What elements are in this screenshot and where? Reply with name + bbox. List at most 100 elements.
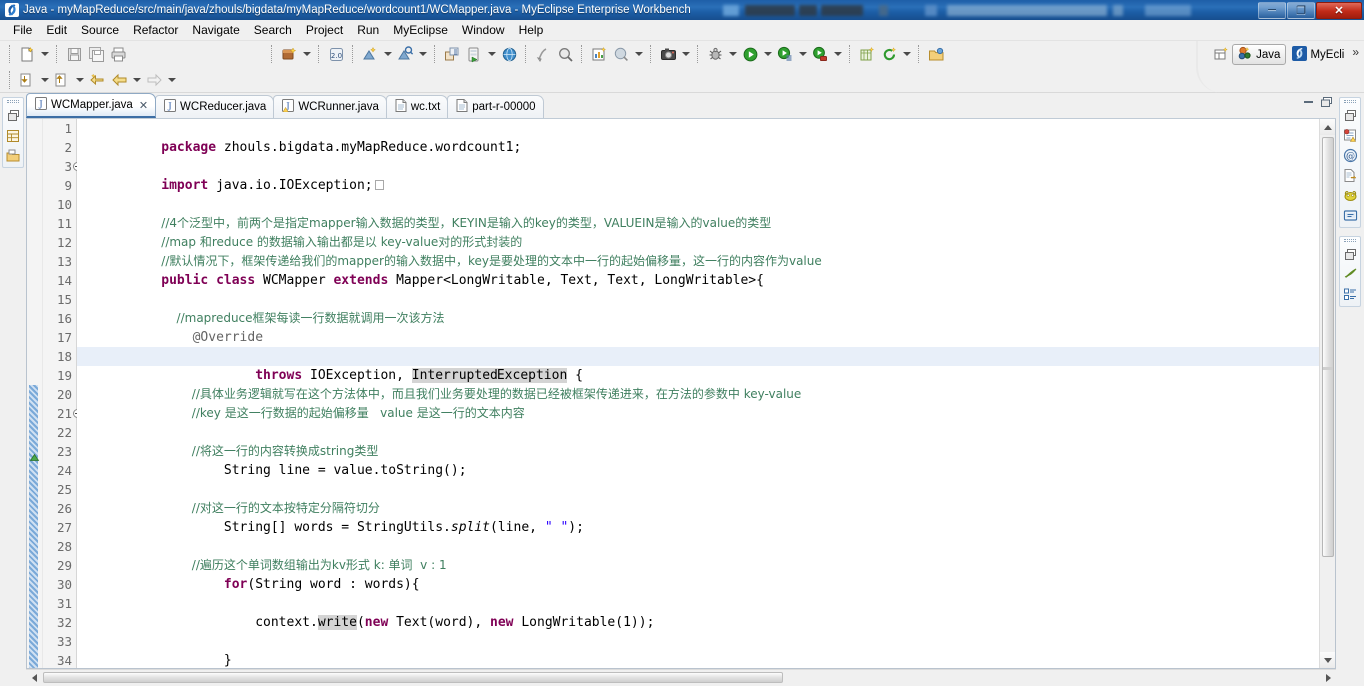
javadoc-icon[interactable]: @: [1341, 147, 1359, 164]
editor-vertical-scrollbar[interactable]: [1319, 119, 1335, 668]
run-server-dropdown-arrow[interactable]: [485, 43, 498, 65]
rail-grip[interactable]: [1344, 239, 1356, 242]
refresh-dropdown-arrow[interactable]: [900, 43, 913, 65]
menu-search[interactable]: Search: [247, 21, 299, 39]
perspective-myeclipse-button[interactable]: MyEcli: [1286, 44, 1350, 65]
scroll-right-button[interactable]: [1320, 670, 1336, 685]
maximize-icon[interactable]: [1319, 95, 1334, 109]
right-rail-group-1[interactable]: @: [1339, 97, 1361, 228]
menu-run[interactable]: Run: [350, 21, 386, 39]
tab-part-r-00000[interactable]: part-r-00000: [447, 95, 544, 118]
export-dropdown-arrow[interactable]: [73, 69, 86, 91]
search-icon[interactable]: [554, 43, 576, 65]
editor-annotation-ruler[interactable]: [27, 119, 43, 668]
menu-file[interactable]: File: [6, 21, 39, 39]
restore-icon[interactable]: [1341, 107, 1359, 124]
new-wizard-icon[interactable]: [16, 43, 38, 65]
menu-refactor[interactable]: Refactor: [126, 21, 185, 39]
editor-tabbar-controls[interactable]: [1301, 95, 1334, 109]
servers-icon[interactable]: [1341, 187, 1359, 204]
new-report-icon[interactable]: [588, 43, 610, 65]
run-icon[interactable]: [739, 43, 761, 65]
tab-wcrunner-java[interactable]: J WCRunner.java: [273, 95, 387, 118]
open-perspective-icon[interactable]: [1210, 44, 1232, 66]
forward-icon[interactable]: [143, 69, 165, 91]
database-connect-dropdown-arrow[interactable]: [416, 43, 429, 65]
menu-help[interactable]: Help: [512, 21, 551, 39]
debug-icon[interactable]: [704, 43, 726, 65]
globe-search-icon[interactable]: [610, 43, 632, 65]
console-icon[interactable]: [1341, 207, 1359, 224]
menu-edit[interactable]: Edit: [39, 21, 74, 39]
right-fast-view-rail[interactable]: @: [1336, 93, 1364, 685]
main-toolbar[interactable]: 2.0 Java MyEcli »: [0, 41, 1364, 93]
perspective-switcher[interactable]: Java MyEcli »: [1196, 41, 1362, 93]
editor-tabbar[interactable]: J WCMapper.java ✕ J WCReducer.java J WCR…: [26, 93, 1336, 119]
import-dropdown-arrow[interactable]: [38, 69, 51, 91]
print-icon[interactable]: [107, 43, 129, 65]
back-icon[interactable]: [108, 69, 130, 91]
scroll-down-button[interactable]: [1320, 652, 1335, 668]
web-browser-icon[interactable]: [498, 43, 520, 65]
tab-wc-txt[interactable]: wc.txt: [385, 95, 449, 118]
code-text-area[interactable]: package zhouls.bigdata.myMapReduce.wordc…: [77, 119, 1319, 668]
minimize-icon[interactable]: [1301, 95, 1316, 109]
myeclipse-deploy-icon[interactable]: [278, 43, 300, 65]
menu-navigate[interactable]: Navigate: [185, 21, 246, 39]
database-explorer-icon[interactable]: [359, 43, 381, 65]
save-icon[interactable]: [63, 43, 85, 65]
database-explorer-dropdown-arrow[interactable]: [381, 43, 394, 65]
run-profile-dropdown-arrow[interactable]: [831, 43, 844, 65]
debug-dropdown-arrow[interactable]: [726, 43, 739, 65]
scroll-left-button[interactable]: [26, 670, 42, 685]
scroll-up-button[interactable]: [1320, 119, 1335, 135]
import-icon[interactable]: [16, 69, 38, 91]
myeclipse-explorer-icon[interactable]: [4, 147, 22, 164]
tab-wcreducer-java[interactable]: J WCReducer.java: [155, 95, 275, 118]
right-rail-group-2[interactable]: [1339, 236, 1361, 307]
back-dropdown-arrow[interactable]: [130, 69, 143, 91]
task-list-icon[interactable]: [1341, 286, 1359, 303]
run-configurations-icon[interactable]: [774, 43, 796, 65]
new-wizard-dropdown-arrow[interactable]: [38, 43, 51, 65]
window-controls[interactable]: ─ ❐ ✕: [1257, 0, 1362, 20]
open-type-icon[interactable]: [532, 43, 554, 65]
menu-project[interactable]: Project: [299, 21, 350, 39]
java-ee-2-icon[interactable]: 2.0: [325, 43, 347, 65]
open-resource-icon[interactable]: [925, 43, 947, 65]
snapshot-dropdown-arrow[interactable]: [679, 43, 692, 65]
undo-icon[interactable]: [86, 69, 108, 91]
minimize-button[interactable]: ─: [1258, 1, 1286, 19]
myeclipse-deploy-dropdown-arrow[interactable]: [300, 43, 313, 65]
export-icon[interactable]: [51, 69, 73, 91]
perspective-java-button[interactable]: Java: [1232, 44, 1287, 65]
editor-horizontal-scrollbar[interactable]: [26, 669, 1336, 685]
close-button[interactable]: ✕: [1316, 1, 1362, 19]
tab-wcmapper-java[interactable]: J WCMapper.java ✕: [26, 93, 157, 118]
declaration-icon[interactable]: [1341, 167, 1359, 184]
rail-grip[interactable]: [7, 100, 19, 103]
rail-grip[interactable]: [1344, 100, 1356, 103]
tab-close-icon[interactable]: ✕: [139, 99, 148, 112]
annotation-overview-mark[interactable]: [1323, 367, 1333, 370]
menu-myeclipse[interactable]: MyEclipse: [386, 21, 455, 39]
new-junit-icon[interactable]: [856, 43, 878, 65]
run-configurations-dropdown-arrow[interactable]: [796, 43, 809, 65]
refresh-icon[interactable]: [878, 43, 900, 65]
left-rail-group[interactable]: [2, 97, 24, 168]
left-fast-view-rail[interactable]: [0, 93, 26, 685]
vertical-scroll-thumb[interactable]: [1322, 137, 1334, 557]
restore-icon[interactable]: [1341, 246, 1359, 263]
outline-icon[interactable]: [1341, 266, 1359, 283]
menu-source[interactable]: Source: [74, 21, 126, 39]
database-connect-icon[interactable]: [394, 43, 416, 65]
package-explorer-icon[interactable]: [4, 127, 22, 144]
forward-dropdown-arrow[interactable]: [165, 69, 178, 91]
menu-window[interactable]: Window: [455, 21, 512, 39]
window-titlebar[interactable]: Java - myMapReduce/src/main/java/zhouls/…: [0, 0, 1364, 20]
globe-search-dropdown-arrow[interactable]: [632, 43, 645, 65]
override-indicator-marker[interactable]: [28, 451, 41, 464]
horizontal-scroll-thumb[interactable]: [43, 672, 783, 683]
perspective-overflow-button[interactable]: »: [1350, 45, 1362, 65]
problems-icon[interactable]: [1341, 127, 1359, 144]
